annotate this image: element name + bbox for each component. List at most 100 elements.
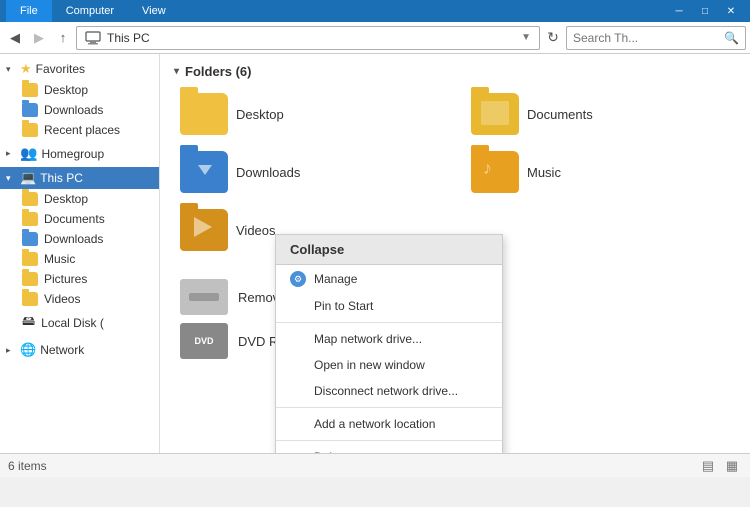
main-layout: ▾ ★ Favorites Desktop Downloads Recent p…: [0, 54, 750, 453]
ctx-map-network[interactable]: Map network drive...: [276, 326, 502, 352]
thispc-pictures-label: Pictures: [44, 272, 87, 286]
ctx-pin-to-start[interactable]: Pin to Start: [276, 293, 502, 319]
thispc-documents-label: Documents: [44, 212, 105, 226]
title-bar: File Computer View ─ □ ✕: [0, 0, 750, 22]
folder-videos-name: Videos: [236, 223, 276, 238]
context-menu: Collapse ⚙ Manage Pin to Start Map netwo…: [275, 234, 503, 453]
maximize-button[interactable]: □: [692, 0, 718, 22]
thispc-icon: 💻: [20, 170, 36, 186]
homegroup-icon: 👥: [20, 145, 37, 162]
back-button[interactable]: ◀: [4, 27, 26, 49]
ctx-manage[interactable]: ⚙ Manage: [276, 265, 502, 293]
thispc-videos-icon: [22, 292, 38, 306]
minimize-button[interactable]: ─: [666, 0, 692, 22]
ctx-manage-label: Manage: [314, 272, 357, 286]
folder-item-music[interactable]: ♪ Music: [465, 147, 736, 197]
window-controls: ─ □ ✕: [666, 0, 744, 22]
address-field[interactable]: This PC ▼: [76, 26, 540, 50]
ctx-disconnect-label: Disconnect network drive...: [314, 384, 458, 398]
sidebar-header-thispc[interactable]: ▾ 💻 This PC: [0, 167, 159, 189]
ctx-openwindow-label: Open in new window: [314, 358, 425, 372]
address-dropdown-arrow[interactable]: ▼: [521, 32, 531, 43]
ctx-sep-3: [276, 440, 502, 441]
thispc-music-label: Music: [44, 252, 75, 266]
sidebar-homegroup-label: Homegroup: [41, 147, 104, 161]
folder-item-documents[interactable]: Documents: [465, 89, 736, 139]
close-button[interactable]: ✕: [718, 0, 744, 22]
sidebar-item-thispc-localdisk[interactable]: 🖴 Local Disk (: [0, 309, 159, 337]
sidebar-header-homegroup[interactable]: ▸ 👥 Homegroup: [0, 142, 159, 165]
folders-grid: Desktop Documents Downloads ♪: [174, 89, 736, 255]
network-icon: 🌐: [20, 342, 36, 358]
sidebar-item-thispc-desktop[interactable]: Desktop: [0, 189, 159, 209]
ctx-sep-1: [276, 322, 502, 323]
ctx-delete[interactable]: Delete: [276, 444, 502, 453]
thispc-music-icon: [22, 252, 38, 266]
forward-button[interactable]: ▶: [28, 27, 50, 49]
sidebar-item-thispc-documents[interactable]: Documents: [0, 209, 159, 229]
sidebar-section-thispc: ▾ 💻 This PC Desktop Documents Downloads …: [0, 167, 159, 337]
sidebar-item-recent[interactable]: Recent places: [0, 120, 159, 140]
section-title: Folders (6): [185, 64, 251, 79]
sidebar-section-favorites: ▾ ★ Favorites Desktop Downloads Recent p…: [0, 58, 159, 140]
folder-downloads-name: Downloads: [236, 165, 300, 180]
sidebar-thispc-label: This PC: [40, 171, 83, 185]
status-item-count: 6 items: [8, 459, 47, 473]
tab-view[interactable]: View: [128, 0, 180, 22]
ctx-add-network-location[interactable]: Add a network location: [276, 411, 502, 437]
sidebar-item-thispc-videos[interactable]: Videos: [0, 289, 159, 309]
refresh-button[interactable]: ↻: [542, 27, 564, 49]
section-arrow: ▾: [174, 66, 179, 77]
sidebar-section-network: ▸ 🌐 Network: [0, 339, 159, 361]
tab-file[interactable]: File: [6, 0, 52, 22]
dvd-drive-icon: DVD: [180, 323, 228, 359]
manage-icon: ⚙: [290, 271, 306, 287]
documents-folder-large-icon: [471, 93, 519, 135]
sidebar-section-homegroup: ▸ 👥 Homegroup: [0, 142, 159, 165]
folder-item-desktop[interactable]: Desktop: [174, 89, 445, 139]
status-bar: 6 items ▤ ▦: [0, 453, 750, 477]
address-text: This PC: [107, 31, 150, 45]
sidebar-item-thispc-pictures[interactable]: Pictures: [0, 269, 159, 289]
music-folder-large-icon: ♪: [471, 151, 519, 193]
ctx-delete-label: Delete: [314, 450, 349, 453]
downloads-folder-icon: [22, 103, 38, 117]
ctx-disconnect[interactable]: Disconnect network drive...: [276, 378, 502, 404]
favorites-arrow: ▾: [6, 64, 16, 75]
thispc-downloads-label: Downloads: [44, 232, 103, 246]
sidebar-item-desktop[interactable]: Desktop: [0, 80, 159, 100]
sidebar-item-thispc-downloads[interactable]: Downloads: [0, 229, 159, 249]
sidebar-header-favorites[interactable]: ▾ ★ Favorites: [0, 58, 159, 80]
sidebar-item-thispc-music[interactable]: Music: [0, 249, 159, 269]
tab-computer[interactable]: Computer: [52, 0, 128, 22]
view-list-button[interactable]: ▤: [698, 457, 718, 475]
status-view-controls: ▤ ▦: [698, 457, 742, 475]
content-area: ▾ Folders (6) Desktop Documents Downl: [160, 54, 750, 453]
search-box: 🔍: [566, 26, 746, 50]
thispc-desktop-label: Desktop: [44, 192, 88, 206]
network-arrow: ▸: [6, 345, 16, 356]
up-button[interactable]: ↑: [52, 27, 74, 49]
search-input[interactable]: [573, 31, 720, 45]
ctx-open-new-window[interactable]: Open in new window: [276, 352, 502, 378]
thispc-arrow: ▾: [6, 173, 16, 184]
folder-documents-name: Documents: [527, 107, 593, 122]
recent-folder-icon: [22, 123, 38, 137]
ctx-sep-2: [276, 407, 502, 408]
search-icon: 🔍: [724, 31, 739, 45]
hdd-icon: 🖴: [22, 312, 35, 334]
thispc-videos-label: Videos: [44, 292, 80, 306]
ctx-pin-label: Pin to Start: [314, 299, 373, 313]
sidebar-item-downloads[interactable]: Downloads: [0, 100, 159, 120]
favorites-star-icon: ★: [20, 61, 32, 77]
context-menu-header: Collapse: [276, 235, 502, 265]
thispc-downloads-icon: [22, 232, 38, 246]
thispc-desktop-icon: [22, 192, 38, 206]
sidebar: ▾ ★ Favorites Desktop Downloads Recent p…: [0, 54, 160, 453]
sidebar-downloads-label: Downloads: [44, 103, 103, 117]
folder-item-downloads[interactable]: Downloads: [174, 147, 445, 197]
sidebar-header-network[interactable]: ▸ 🌐 Network: [0, 339, 159, 361]
thispc-pictures-icon: [22, 272, 38, 286]
view-grid-button[interactable]: ▦: [722, 457, 742, 475]
sidebar-desktop-label: Desktop: [44, 83, 88, 97]
